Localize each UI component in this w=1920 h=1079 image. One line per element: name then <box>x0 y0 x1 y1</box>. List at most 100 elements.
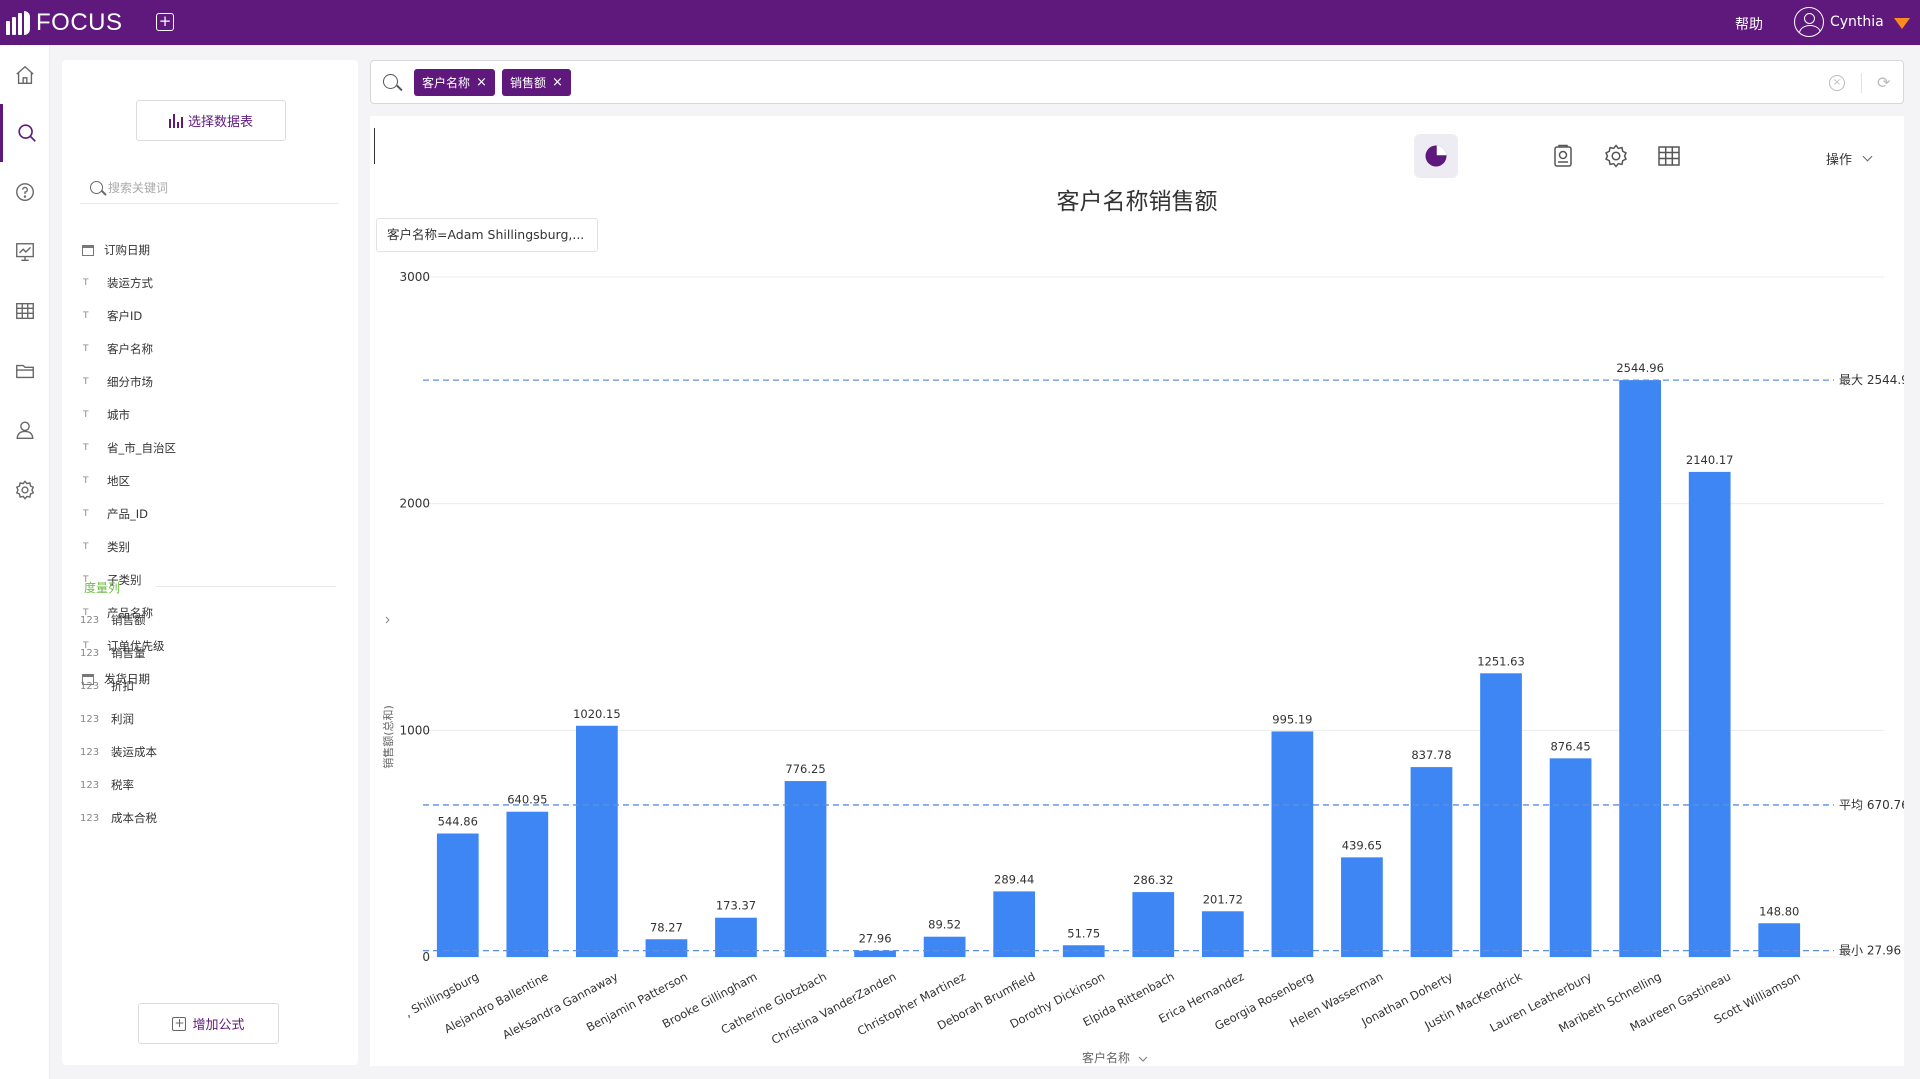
bar-value-label: 78.27 <box>650 920 683 934</box>
measure-section-title: 度量列 <box>84 581 121 595</box>
nav-search[interactable] <box>0 104 50 162</box>
nav-table[interactable] <box>0 282 50 340</box>
bar[interactable] <box>645 939 688 957</box>
choose-data-table-button[interactable]: 选择数据表 <box>136 100 286 141</box>
chart-type-button[interactable] <box>1414 134 1458 178</box>
nav-home[interactable] <box>0 46 50 104</box>
measure-item[interactable]: 123 税率 <box>80 772 338 798</box>
token-label: 客户名称 <box>422 76 471 90</box>
field-item[interactable]: T 客户名称 <box>80 336 338 362</box>
x-axis-label: 客户名称 <box>1082 1050 1130 1065</box>
bar[interactable] <box>1410 767 1453 957</box>
bar[interactable] <box>1480 673 1522 957</box>
bar-value-label: 2140.17 <box>1686 453 1734 467</box>
snapshot-icon <box>1554 144 1572 167</box>
field-label: 地区 <box>107 474 130 488</box>
bar[interactable] <box>1132 892 1175 957</box>
bar[interactable] <box>436 833 479 957</box>
bar[interactable] <box>854 950 896 957</box>
x-tick-label: Aleksandra Gannaway <box>500 969 620 1042</box>
bar[interactable] <box>1341 857 1383 957</box>
user-menu[interactable]: Cynthia <box>1794 6 1910 38</box>
chevron-down-icon[interactable] <box>1138 1056 1148 1062</box>
field-label: 利润 <box>111 712 134 726</box>
field-item[interactable]: T 类别 <box>80 534 338 560</box>
text-type-icon: T <box>83 311 89 321</box>
operations-menu[interactable]: 操作 <box>1826 149 1873 168</box>
field-item[interactable]: 订购日期 <box>80 237 338 263</box>
bar[interactable] <box>1688 471 1731 957</box>
nav-folder[interactable] <box>0 342 50 400</box>
field-item[interactable]: T 省_市_自治区 <box>80 435 338 461</box>
bar[interactable] <box>1758 923 1801 957</box>
measure-item[interactable]: 123 销售量 <box>80 640 338 666</box>
user-name: Cynthia <box>1830 14 1884 30</box>
new-tab-plus-icon[interactable]: + <box>156 13 174 31</box>
nav-user[interactable] <box>0 401 50 459</box>
nav-settings[interactable] <box>0 461 50 519</box>
chevron-right-icon[interactable] <box>385 616 390 624</box>
bar-value-label: 286.32 <box>1133 873 1173 887</box>
choose-table-label: 选择数据表 <box>187 115 253 130</box>
search-icon <box>90 181 103 194</box>
measure-item[interactable]: 123 折扣 <box>80 673 338 699</box>
measure-item[interactable]: 123 成本合税 <box>80 805 338 831</box>
bar[interactable] <box>993 891 1036 957</box>
measure-item[interactable]: 123 装运成本 <box>80 739 338 765</box>
reference-line-label: 最小 27.96 <box>1839 944 1901 958</box>
refresh-icon[interactable]: ⟳ <box>1877 73 1890 92</box>
snapshot-button[interactable] <box>1541 134 1585 178</box>
bar[interactable] <box>923 936 966 957</box>
number-type-icon: 123 <box>80 680 100 692</box>
bar-value-label: 776.25 <box>785 762 825 776</box>
field-label: 装运成本 <box>111 745 157 759</box>
field-item[interactable]: T 装运方式 <box>80 270 338 296</box>
table-grid-icon <box>16 302 34 320</box>
number-type-icon: 123 <box>80 713 100 725</box>
nav-board[interactable] <box>0 223 50 281</box>
bar[interactable] <box>1549 758 1592 957</box>
field-item[interactable]: T 客户ID <box>80 303 338 329</box>
field-label: 销售额 <box>111 613 146 627</box>
focus-logo[interactable]: FOCUS <box>6 8 123 38</box>
search-icon <box>383 74 398 89</box>
bar-value-label: 51.75 <box>1067 926 1100 940</box>
close-icon[interactable]: × <box>476 76 487 89</box>
field-label: 城市 <box>107 408 130 422</box>
text-type-icon: T <box>83 542 89 552</box>
nav-help[interactable] <box>0 163 50 221</box>
field-label: 折扣 <box>111 679 134 693</box>
bar[interactable] <box>1619 380 1661 957</box>
bar-value-label: 876.45 <box>1550 739 1590 753</box>
bar-chart: 0100020003000销售额(总和)544.86, Shillingsbur… <box>381 270 1904 1065</box>
field-item[interactable]: T 地区 <box>80 468 338 494</box>
keyword-search-input[interactable] <box>108 180 328 195</box>
field-item[interactable]: T 细分市场 <box>80 369 338 395</box>
clear-circle-icon[interactable]: × <box>1829 75 1845 91</box>
table-view-button[interactable] <box>1647 134 1691 178</box>
measure-item[interactable]: 123 销售额 <box>80 607 338 633</box>
user-icon <box>16 421 34 439</box>
measure-item[interactable]: 123 利润 <box>80 706 338 732</box>
chart-panel: 操作 客户名称销售额 客户名称=Adam Shillingsburg,... 0… <box>370 116 1904 1066</box>
bar-value-label: 439.65 <box>1342 838 1382 852</box>
filter-chip[interactable]: 客户名称=Adam Shillingsburg,... <box>376 218 598 252</box>
field-item[interactable]: T 产品_ID <box>80 501 338 527</box>
bar[interactable] <box>784 781 827 957</box>
chart-settings-button[interactable] <box>1594 134 1638 178</box>
bar-value-label: 148.80 <box>1759 904 1799 918</box>
field-item[interactable]: T 城市 <box>80 402 338 428</box>
plus-icon: + <box>172 1015 187 1031</box>
add-formula-button[interactable]: + 增加公式 <box>138 1003 279 1044</box>
number-type-icon: 123 <box>80 779 100 791</box>
search-bar[interactable]: 客户名称 × 销售额 × × ⟳ <box>370 60 1904 104</box>
close-icon[interactable]: × <box>552 76 563 89</box>
search-token-customer-name[interactable]: 客户名称 × <box>414 69 495 96</box>
search-token-sales[interactable]: 销售额 × <box>502 69 571 96</box>
bar[interactable] <box>576 725 618 957</box>
bar[interactable] <box>506 811 549 957</box>
bar-value-label: 289.44 <box>994 872 1034 886</box>
text-cursor <box>374 128 375 164</box>
bar[interactable] <box>1271 731 1314 957</box>
help-link[interactable]: 帮助 <box>1735 14 1763 34</box>
